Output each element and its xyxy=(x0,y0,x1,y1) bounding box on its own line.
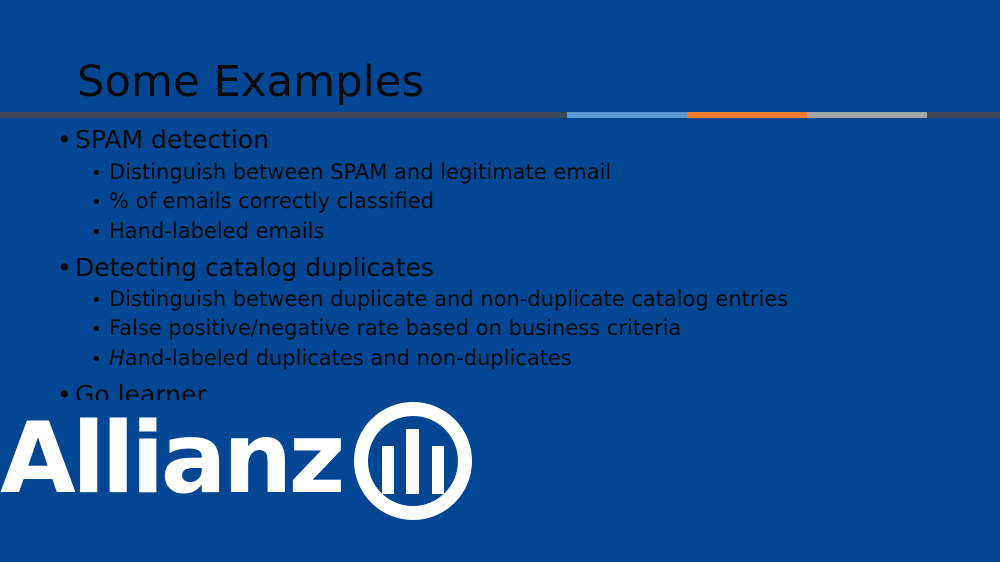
slide: Some Examples • SPAM detection • Distingui… xyxy=(0,0,1000,562)
bullet-dot: • xyxy=(91,192,102,213)
sub-bullet-text: False positive/negative rate based on bu… xyxy=(109,316,682,340)
title-divider xyxy=(0,112,1000,118)
sub-bullet: • Distinguish between duplicate and non-d… xyxy=(91,285,788,315)
bullet-text: SPAM detection xyxy=(75,125,270,154)
sub-bullet-text: Distinguish between duplicate and non-du… xyxy=(109,287,789,311)
logo-wordmark: Allianz xyxy=(0,402,346,516)
sub-bullet: • Distinguish between SPAM and legitimate… xyxy=(91,158,611,188)
bullet-dot: • xyxy=(57,125,72,154)
sub-bullet: • Hand-labeled emails xyxy=(91,217,324,247)
bullet-dot: • xyxy=(57,253,72,282)
bullet-catalog-duplicates: • Detecting catalog duplicates xyxy=(57,253,434,283)
bullet-dot: • xyxy=(91,163,102,184)
divider-segment-dark-end xyxy=(927,112,1000,118)
bullet-dot: • xyxy=(91,349,102,370)
sub-bullet: • % of emails correctly classified xyxy=(91,187,434,217)
bullet-dot: • xyxy=(91,222,102,243)
sub-bullet-text: Distinguish between SPAM and legitimate … xyxy=(109,160,612,184)
bullet-text: Detecting catalog duplicates xyxy=(75,253,434,282)
bullet-dot: • xyxy=(91,290,102,311)
allianz-eagle-emblem-icon xyxy=(354,402,472,520)
sub-bullet-text: Hand-labeled emails xyxy=(109,219,325,243)
allianz-logo: Allianz xyxy=(0,400,475,522)
bullet-spam-detection: • SPAM detection xyxy=(57,125,269,155)
divider-segment-blue xyxy=(567,112,687,118)
sub-bullet-italic-prefix: H xyxy=(109,346,125,370)
slide-content: Some Examples • SPAM detection • Distingui… xyxy=(0,0,1000,405)
divider-segment-dark xyxy=(0,112,567,118)
sub-bullet: • False positive/negative rate based on b… xyxy=(91,314,681,344)
bullet-dot: • xyxy=(91,319,102,340)
divider-segment-orange xyxy=(687,112,807,118)
divider-segment-gray xyxy=(807,112,927,118)
sub-bullet: • Hand-labeled duplicates and non-duplica… xyxy=(91,344,572,374)
slide-title: Some Examples xyxy=(77,57,425,107)
sub-bullet-text: and-labeled duplicates and non-duplicate… xyxy=(124,346,572,370)
sub-bullet-text: % of emails correctly classified xyxy=(109,189,434,213)
